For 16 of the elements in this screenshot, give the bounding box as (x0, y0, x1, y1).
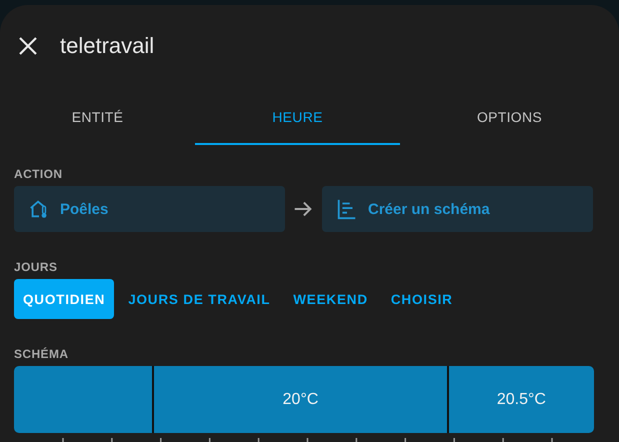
section-label: SCHÉMA (14, 347, 70, 361)
tab[interactable]: ENTITÉ (0, 87, 195, 145)
schema-button[interactable]: Créer un schéma (322, 186, 593, 232)
entity-button[interactable]: Poêles (14, 186, 285, 232)
section-label: ACTION (14, 167, 64, 181)
day-option[interactable]: JOURS DE TRAVAIL (119, 279, 280, 319)
tab[interactable]: HEURE (195, 87, 400, 145)
day-option[interactable]: CHOISIR (382, 279, 462, 319)
dialog-title: teletravail (60, 33, 154, 59)
timeline-icon (336, 198, 358, 220)
tab[interactable]: OPTIONS (400, 87, 619, 145)
close-icon[interactable] (18, 36, 38, 56)
day-option[interactable]: WEEKEND (284, 279, 377, 319)
schedule-segment[interactable]: 20°C (154, 366, 447, 433)
schedule-segment[interactable]: 20.5°C (448, 366, 594, 433)
section-label: JOURS (14, 260, 58, 274)
